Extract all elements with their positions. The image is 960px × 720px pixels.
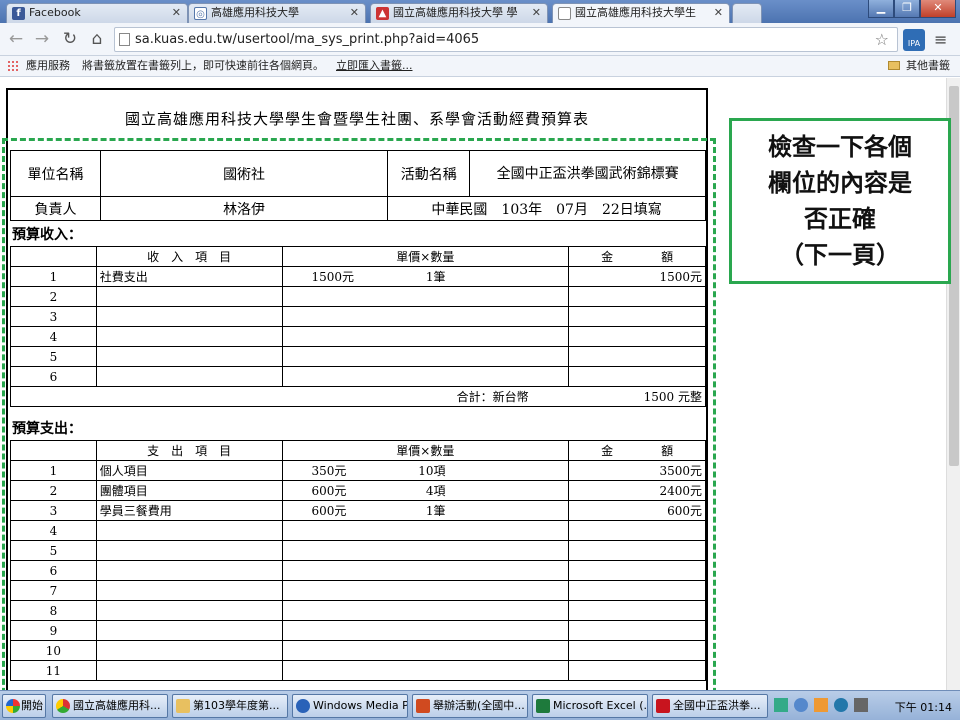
tab-kuas-student[interactable]: ▲ 國立高雄應用科技大學 學 ✕	[370, 3, 548, 23]
note-line: 否正確	[804, 204, 876, 233]
restore-button[interactable]: ❐	[894, 0, 920, 18]
powerpoint-icon	[416, 699, 430, 713]
tab-label: 高雄應用科技大學	[211, 6, 299, 19]
document-title: 國立高雄應用科技大學學生會暨學生社團、系學會活動經費預算表	[124, 110, 589, 128]
close-icon[interactable]: ✕	[714, 4, 723, 22]
excel-icon	[536, 699, 550, 713]
chrome-icon	[56, 699, 70, 713]
kuas-icon: ▲	[376, 7, 389, 20]
bookmarks-bar: 應用服務 將書籤放置在書籤列上，即可快速前往各個網頁。 立即匯入書籤... 其他…	[0, 56, 960, 77]
taskbar-item-label: 舉辦活動(全國中...	[433, 699, 525, 712]
start-button[interactable]: 開始	[2, 694, 46, 718]
facebook-icon: f	[12, 7, 25, 20]
browser-toolbar: ← → ↻ ⌂ sa.kuas.edu.tw/usertool/ma_sys_p…	[0, 23, 960, 56]
note-line: （下一頁）	[780, 240, 900, 269]
tab-active-budget[interactable]: 國立高雄應用科技大學生 ✕	[552, 3, 730, 24]
close-icon[interactable]: ✕	[172, 4, 181, 22]
close-window-button[interactable]: ✕	[920, 0, 956, 18]
other-bookmarks[interactable]: 其他書籤	[906, 56, 950, 76]
taskbar-item-pdf[interactable]: 全國中正盃洪拳...	[652, 694, 768, 718]
note-line: 欄位的內容是	[768, 168, 912, 197]
tab-label: 國立高雄應用科技大學生	[575, 6, 696, 19]
pdf-icon	[656, 699, 670, 713]
bookmark-star-icon[interactable]: ☆	[875, 28, 889, 51]
windows-logo-icon	[6, 699, 20, 713]
close-icon[interactable]: ✕	[350, 4, 359, 22]
minimize-button[interactable]: ▁	[868, 0, 894, 18]
globe-icon: ◎	[194, 7, 207, 20]
media-player-icon	[296, 699, 310, 713]
highlight-dashed-box	[2, 138, 716, 690]
import-bookmarks-link[interactable]: 立即匯入書籤...	[336, 56, 413, 76]
reload-icon[interactable]: ↻	[60, 29, 80, 49]
forward-icon[interactable]: →	[32, 29, 52, 49]
tab-facebook[interactable]: f Facebook ✕	[6, 3, 188, 23]
taskbar-item-label: 第103學年度第...	[193, 699, 280, 712]
apps-icon[interactable]	[7, 60, 19, 72]
start-label: 開始	[21, 699, 43, 712]
annotation-callout: 檢查一下各個 欄位的內容是 否正確 （下一頁）	[729, 118, 951, 284]
system-tray	[774, 698, 894, 714]
taskbar-item-label: 全國中正盃洪拳...	[673, 699, 761, 712]
taskbar-item-powerpoint[interactable]: 舉辦活動(全國中...	[412, 694, 528, 718]
taskbar-item-label: Windows Media Pl...	[313, 699, 407, 712]
folder-icon	[176, 699, 190, 713]
tray-icon[interactable]	[794, 698, 808, 712]
back-icon[interactable]: ←	[6, 29, 26, 49]
taskbar: 開始 國立高雄應用科... 第103學年度第... Windows Media …	[0, 690, 960, 720]
clock[interactable]: 下午 01:14	[895, 699, 952, 715]
volume-icon[interactable]	[854, 698, 868, 712]
bookmarks-hint: 將書籤放置在書籤列上，即可快速前往各個網頁。	[82, 59, 324, 72]
note-line: 檢查一下各個	[768, 132, 912, 161]
close-icon[interactable]: ✕	[532, 4, 541, 22]
taskbar-item-folder[interactable]: 第103學年度第...	[172, 694, 288, 718]
apps-link[interactable]: 應用服務	[26, 56, 70, 76]
tab-label: 國立高雄應用科技大學 學	[393, 6, 518, 19]
tab-label: Facebook	[29, 6, 81, 19]
taskbar-item-label: Microsoft Excel (...	[553, 699, 648, 712]
tray-icon[interactable]	[774, 698, 788, 712]
tab-kuas-home[interactable]: ◎ 高雄應用科技大學 ✕	[188, 3, 366, 23]
ipa-extension-icon[interactable]: IPA	[903, 29, 925, 51]
url-text: sa.kuas.edu.tw/usertool/ma_sys_print.php…	[135, 32, 480, 47]
page-icon	[119, 33, 130, 46]
tab-bar: f Facebook ✕ ◎ 高雄應用科技大學 ✕ ▲ 國立高雄應用科技大學 學…	[0, 0, 960, 24]
new-tab-button[interactable]	[732, 3, 762, 23]
address-bar[interactable]: sa.kuas.edu.tw/usertool/ma_sys_print.php…	[114, 27, 898, 52]
taskbar-item-excel[interactable]: Microsoft Excel (...	[532, 694, 648, 718]
taskbar-item-media-player[interactable]: Windows Media Pl...	[292, 694, 408, 718]
menu-icon[interactable]: ≡	[934, 30, 947, 49]
taskbar-item-label: 國立高雄應用科...	[73, 699, 161, 712]
page-icon	[558, 7, 571, 20]
home-icon[interactable]: ⌂	[87, 29, 107, 49]
folder-icon	[888, 61, 900, 70]
tray-icon[interactable]	[834, 698, 848, 712]
tray-icon[interactable]	[814, 698, 828, 712]
taskbar-item-chrome[interactable]: 國立高雄應用科...	[52, 694, 168, 718]
